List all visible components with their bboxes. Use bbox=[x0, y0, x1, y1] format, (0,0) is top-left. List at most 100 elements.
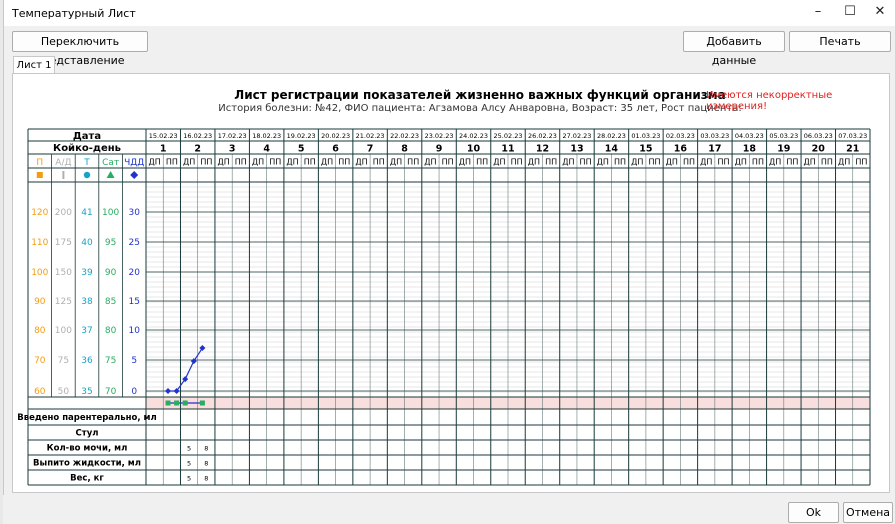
shift-label: ПП bbox=[614, 158, 626, 167]
date-label: 23.02.23 bbox=[425, 132, 454, 140]
scale-value: 80 bbox=[105, 326, 117, 336]
scale-value: 30 bbox=[128, 208, 140, 218]
bedday-label: 15 bbox=[639, 144, 652, 155]
scale-value: 0 bbox=[131, 387, 137, 397]
shift-label: ДП bbox=[148, 158, 160, 167]
shift-label: ПП bbox=[649, 158, 661, 167]
scale-value: 5 bbox=[131, 356, 137, 366]
shift-label: ДП bbox=[286, 158, 298, 167]
scale-value: 90 bbox=[105, 268, 117, 278]
scale-value: 41 bbox=[81, 208, 92, 218]
scale-value: 75 bbox=[105, 356, 116, 366]
shift-label: ПП bbox=[855, 158, 867, 167]
date-label: 04.03.23 bbox=[735, 132, 764, 140]
bottom-row-label: Стул bbox=[76, 429, 99, 439]
bedday-label: 8 bbox=[401, 144, 408, 155]
date-label: 25.02.23 bbox=[494, 132, 523, 140]
shift-label: ДП bbox=[769, 158, 781, 167]
date-label: 03.03.23 bbox=[700, 132, 729, 140]
bedday-label: 9 bbox=[436, 144, 443, 155]
shift-label: ДП bbox=[631, 158, 643, 167]
cancel-button[interactable]: Отмена bbox=[843, 502, 893, 523]
shift-label: ДП bbox=[700, 158, 712, 167]
scale-value: 100 bbox=[102, 208, 119, 218]
date-label: 24.02.23 bbox=[459, 132, 488, 140]
scale-value: 37 bbox=[81, 326, 92, 336]
scale-value: 38 bbox=[81, 297, 93, 307]
saturation-marker bbox=[165, 400, 171, 406]
shift-label: ДП bbox=[355, 158, 367, 167]
shift-label: ДП bbox=[562, 158, 574, 167]
saturation-marker bbox=[174, 400, 180, 406]
shift-label: ДП bbox=[838, 158, 850, 167]
scale-value: 36 bbox=[81, 356, 93, 366]
scale-value: 70 bbox=[34, 356, 46, 366]
scale-value: 60 bbox=[34, 387, 46, 397]
scale-value: 150 bbox=[55, 268, 72, 278]
bedday-label: 18 bbox=[743, 144, 757, 155]
date-label: 05.03.23 bbox=[769, 132, 798, 140]
param-header: Т bbox=[83, 158, 90, 168]
scale-value: 200 bbox=[55, 208, 72, 218]
bedday-label: 7 bbox=[367, 144, 374, 155]
shift-label: ПП bbox=[304, 158, 316, 167]
bedday-label: 19 bbox=[777, 144, 790, 155]
bedday-header: Койко-день bbox=[53, 143, 121, 154]
bedday-label: 12 bbox=[536, 144, 549, 155]
scale-value: 75 bbox=[58, 356, 69, 366]
shift-label: ДП bbox=[804, 158, 816, 167]
shift-label: ДП bbox=[528, 158, 540, 167]
shift-label: ДП bbox=[390, 158, 402, 167]
shift-label: ПП bbox=[821, 158, 833, 167]
date-label: 15.02.23 bbox=[149, 132, 178, 140]
scale-value: 39 bbox=[81, 268, 93, 278]
shift-label: ПП bbox=[786, 158, 798, 167]
bottom-row-value: 5 bbox=[187, 460, 191, 468]
param-header: П bbox=[36, 158, 43, 168]
bedday-label: 16 bbox=[674, 144, 688, 155]
scale-value: 80 bbox=[34, 326, 46, 336]
footer-bar: Ok Отмена bbox=[3, 495, 895, 524]
shift-label: ПП bbox=[373, 158, 385, 167]
series-point bbox=[199, 345, 206, 352]
ok-button[interactable]: Ok bbox=[788, 502, 839, 523]
scale-value: 40 bbox=[81, 238, 93, 248]
shift-label: ПП bbox=[442, 158, 454, 167]
scale-value: 100 bbox=[55, 326, 72, 336]
bedday-label: 21 bbox=[846, 144, 859, 155]
scale-value: 25 bbox=[128, 238, 139, 248]
date-label: 17.02.23 bbox=[218, 132, 247, 140]
bottom-row-value: 5 bbox=[187, 445, 191, 453]
scale-value: 20 bbox=[128, 268, 140, 278]
bar-icon bbox=[62, 171, 65, 179]
bottom-row-label: Введено парентерально, мл bbox=[17, 413, 156, 423]
date-label: 19.02.23 bbox=[287, 132, 316, 140]
param-header: Сат bbox=[102, 158, 119, 168]
bedday-label: 5 bbox=[298, 144, 305, 155]
date-label: 28.02.23 bbox=[597, 132, 626, 140]
date-label: 06.03.23 bbox=[804, 132, 833, 140]
date-label: 20.02.23 bbox=[321, 132, 350, 140]
bedday-label: 4 bbox=[263, 144, 270, 155]
shift-label: ДП bbox=[217, 158, 229, 167]
shift-label: ПП bbox=[752, 158, 764, 167]
shift-label: ДП bbox=[666, 158, 678, 167]
saturation-marker bbox=[199, 400, 205, 406]
scale-value: 175 bbox=[55, 238, 72, 248]
date-label: 16.02.23 bbox=[183, 132, 212, 140]
bedday-label: 14 bbox=[605, 144, 619, 155]
saturation-marker bbox=[182, 400, 188, 406]
scale-value: 90 bbox=[34, 297, 46, 307]
scale-value: 100 bbox=[31, 268, 48, 278]
shift-label: ДП bbox=[183, 158, 195, 167]
shift-label: ДП bbox=[597, 158, 609, 167]
date-label: 21.02.23 bbox=[356, 132, 385, 140]
date-label: 27.02.23 bbox=[562, 132, 591, 140]
bedday-label: 17 bbox=[708, 144, 721, 155]
shift-label: ПП bbox=[166, 158, 178, 167]
date-label: 18.02.23 bbox=[252, 132, 281, 140]
shift-label: ПП bbox=[200, 158, 212, 167]
series-line bbox=[168, 347, 203, 392]
shift-label: ПП bbox=[407, 158, 419, 167]
scale-value: 50 bbox=[58, 387, 70, 397]
